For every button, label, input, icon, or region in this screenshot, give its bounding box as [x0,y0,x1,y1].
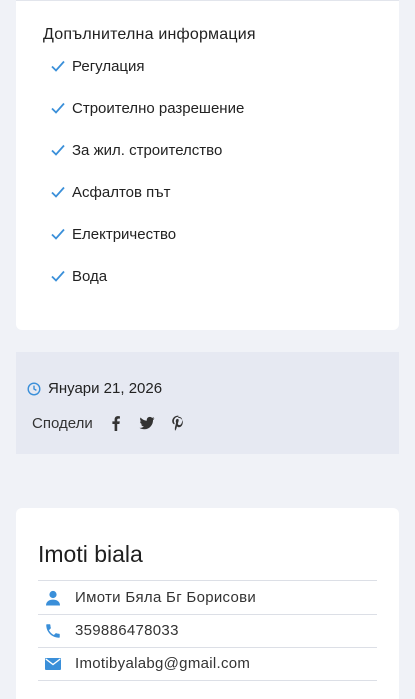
check-icon [51,60,65,72]
post-date-text: Януари 21, 2026 [48,380,163,397]
clock-icon [27,381,41,396]
person-icon [46,590,60,605]
phone-icon [46,623,60,638]
feature-item: За жил. строителство [50,139,222,161]
feature-label: Електричество [72,225,177,243]
agent-contact-email[interactable]: Imotibyalabg@gmail.com [38,647,377,680]
feature-label: Вода [72,267,108,285]
facebook-icon[interactable] [107,414,125,432]
check-icon [51,102,65,114]
feature-item: Регулация [50,55,145,77]
feature-label: Строително разрешение [72,99,245,117]
feature-label: За жил. строителство [72,141,223,159]
post-date: Януари 21, 2026 [27,380,162,397]
feature-label: Регулация [72,57,145,75]
feature-item: Асфалтов път [50,181,171,203]
twitter-icon[interactable] [138,414,156,432]
feature-item: Електричество [50,223,176,245]
agent-name: Imoti biala [38,541,143,567]
agent-card: Imoti biala Имоти Бяла Бг Борисови 35988… [16,508,399,699]
pinterest-icon[interactable] [169,414,187,432]
agent-contact-person: Имоти Бяла Бг Борисови [38,581,377,614]
post-meta: Януари 21, 2026 Сподели [16,352,399,454]
additional-info-card: Допълнителна информация Регулация Строит… [16,0,399,330]
check-icon [51,228,65,240]
additional-info-title: Допълнителна информация [43,26,256,43]
feature-item: Вода [50,265,107,287]
feature-label: Асфалтов път [72,183,171,201]
agent-contact-phone[interactable]: 359886478033 [38,614,377,647]
agent-contact-text: Имоти Бяла Бг Борисови [75,589,257,606]
check-icon [51,270,65,282]
email-icon [45,657,61,670]
feature-item: Строително разрешение [50,97,244,119]
share-bar: Сподели [32,414,200,432]
agent-contact-text: 359886478033 [75,622,179,639]
agent-contact-text: Imotibyalabg@gmail.com [75,655,251,672]
check-icon [51,186,65,198]
check-icon [51,144,65,156]
divider [38,680,377,681]
share-label: Сподели [32,414,93,432]
